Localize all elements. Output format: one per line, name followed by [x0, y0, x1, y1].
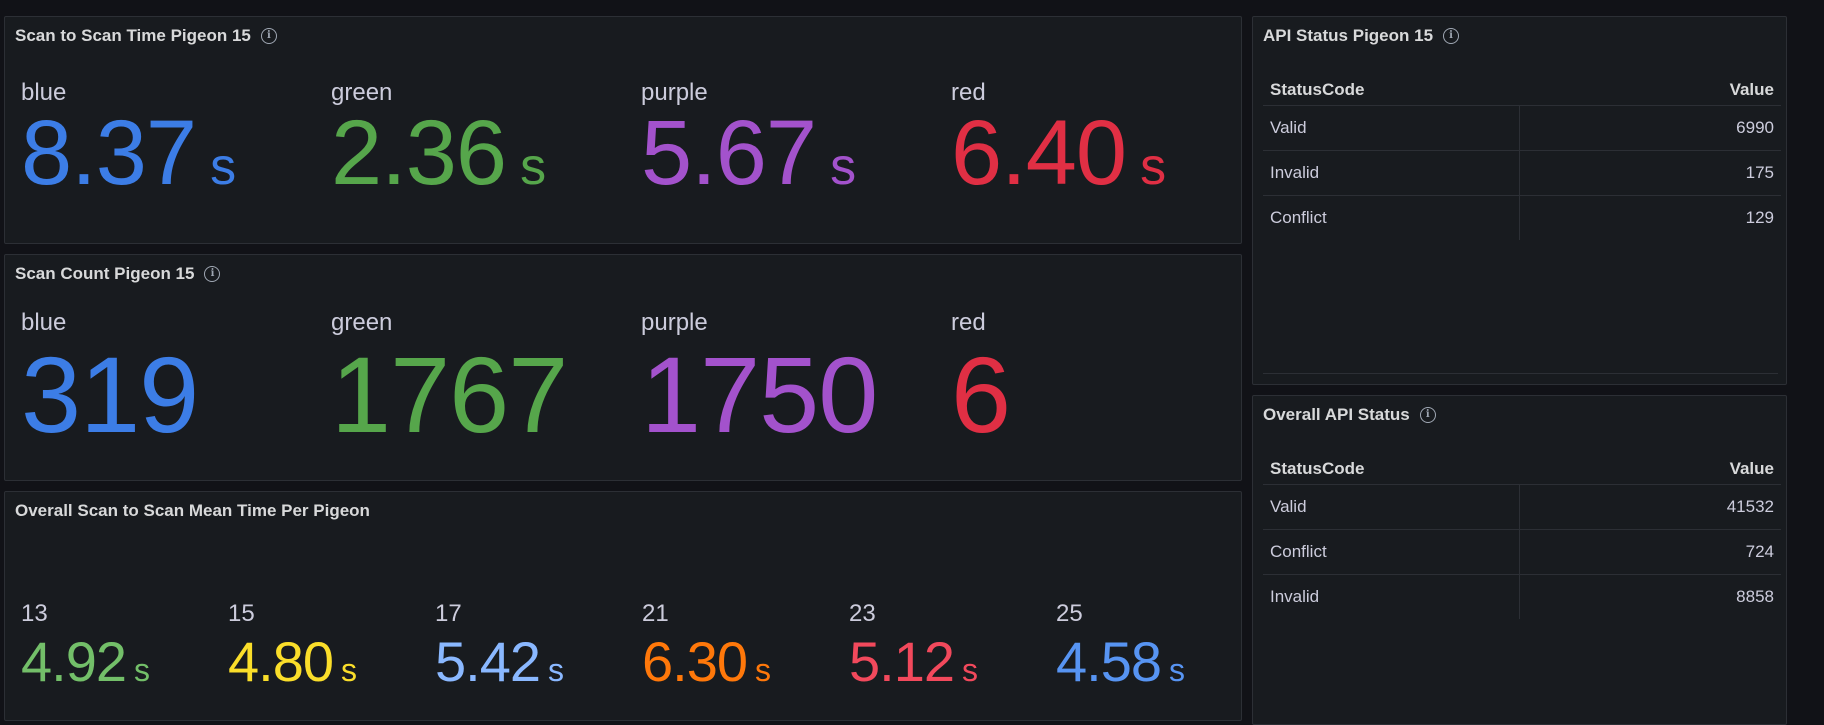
stat-pigeon-25[interactable]: 25 4.58 s: [1056, 600, 1185, 690]
stat-pigeon-13[interactable]: 13 4.92 s: [21, 600, 150, 690]
cell-statuscode: Invalid: [1263, 574, 1520, 619]
column-header-statuscode[interactable]: StatusCode: [1263, 75, 1519, 106]
stat-value: 1767: [331, 334, 568, 455]
stat-blue[interactable]: blue 8.37 s: [21, 79, 236, 199]
table-footer-divider: [1263, 373, 1778, 374]
table-row: Invalid 8858: [1263, 574, 1781, 619]
status-table: StatusCode Value Valid 6990 Invalid 175 …: [1263, 75, 1781, 240]
stat-unit: s: [548, 652, 564, 688]
stat-name: 25: [1056, 600, 1083, 627]
panel-scan-to-scan-time: Scan to Scan Time Pigeon 15 i blue 8.37 s…: [4, 16, 1242, 244]
stat-name: 17: [435, 600, 462, 627]
panel-overall-mean-time: Overall Scan to Scan Mean Time Per Pigeo…: [4, 491, 1242, 721]
stat-value: 5.67 s: [641, 102, 857, 204]
stat-value: 4.92 s: [21, 630, 150, 693]
stat-unit: s: [830, 138, 857, 196]
stat-name: green: [331, 309, 393, 336]
stat-unit: s: [134, 652, 150, 688]
stat-pigeon-17[interactable]: 17 5.42 s: [435, 600, 564, 690]
cell-value: 8858: [1736, 586, 1774, 606]
stat-unit: s: [1169, 652, 1185, 688]
stat-name: blue: [21, 309, 67, 336]
stat-value: 6: [951, 334, 1011, 455]
stat-name: purple: [641, 309, 708, 336]
stat-blue[interactable]: blue 319: [21, 309, 199, 455]
cell-statuscode: Valid: [1263, 105, 1520, 151]
stat-value: 4.80 s: [228, 630, 357, 693]
stat-pigeon-23[interactable]: 23 5.12 s: [849, 600, 978, 690]
stat-unit: s: [341, 652, 357, 688]
stat-red[interactable]: red 6.40 s: [951, 79, 1166, 199]
info-icon[interactable]: i: [1419, 407, 1436, 423]
table-header-row: StatusCode Value: [1263, 454, 1781, 485]
stat-name: 13: [21, 600, 48, 627]
table-row: Invalid 175: [1263, 150, 1781, 196]
cell-value: 6990: [1519, 105, 1781, 151]
column-header-value[interactable]: Value: [1519, 75, 1781, 106]
panel-title: Scan Count Pigeon 15: [15, 264, 195, 283]
panel-header[interactable]: Scan to Scan Time Pigeon 15 i: [15, 25, 277, 47]
table-row: Valid 6990: [1263, 105, 1781, 151]
stat-value: 5.42 s: [435, 630, 564, 693]
stat-name: 21: [642, 600, 669, 627]
panel-title: Overall Scan to Scan Mean Time Per Pigeo…: [15, 501, 370, 520]
cell-value: 175: [1519, 150, 1781, 196]
stat-red[interactable]: red 6: [951, 309, 1011, 455]
stat-unit: s: [755, 652, 771, 688]
table-row: Valid 41532: [1263, 484, 1781, 530]
column-header-value[interactable]: Value: [1519, 454, 1781, 485]
stat-green[interactable]: green 1767: [331, 309, 568, 455]
stat-unit: s: [962, 652, 978, 688]
info-icon[interactable]: i: [1443, 28, 1460, 44]
stat-value: 4.58 s: [1056, 630, 1185, 693]
panel-title: Overall API Status: [1263, 405, 1410, 424]
cell-value: 129: [1745, 207, 1774, 227]
stat-value: 8.37 s: [21, 102, 237, 204]
stat-value: 6.40 s: [951, 102, 1167, 204]
status-table: StatusCode Value Valid 41532 Conflict 72…: [1263, 454, 1781, 619]
stat-value: 1750: [641, 334, 878, 455]
panel-header[interactable]: Overall Scan to Scan Mean Time Per Pigeo…: [15, 500, 370, 522]
cell-statuscode: Conflict: [1263, 529, 1520, 575]
stat-value: 319: [21, 334, 199, 455]
stat-unit: s: [1140, 138, 1167, 196]
stat-pigeon-15[interactable]: 15 4.80 s: [228, 600, 357, 690]
cell-statuscode: Invalid: [1263, 150, 1520, 196]
panel-header[interactable]: Overall API Status i: [1263, 404, 1436, 426]
info-icon[interactable]: i: [260, 28, 277, 44]
panel-title: API Status Pigeon 15: [1263, 26, 1434, 45]
cell-value: 41532: [1519, 484, 1781, 530]
stat-name: 23: [849, 600, 876, 627]
table-row: Conflict 724: [1263, 529, 1781, 575]
stat-value: 6.30 s: [642, 630, 771, 693]
cell-statuscode: Valid: [1263, 484, 1520, 530]
panel-header[interactable]: API Status Pigeon 15 i: [1263, 25, 1460, 47]
stat-pigeon-21[interactable]: 21 6.30 s: [642, 600, 771, 690]
stat-unit: s: [210, 138, 237, 196]
stat-unit: s: [520, 138, 547, 196]
info-icon[interactable]: i: [204, 266, 221, 282]
cell-value: 724: [1519, 529, 1781, 575]
table-row: Conflict 129: [1263, 195, 1781, 240]
panel-scan-count: Scan Count Pigeon 15 i blue 319 green 17…: [4, 254, 1242, 481]
table-header-row: StatusCode Value: [1263, 75, 1781, 106]
panel-title: Scan to Scan Time Pigeon 15: [15, 26, 251, 45]
panel-overall-api-status: Overall API Status i StatusCode Value Va…: [1252, 395, 1787, 725]
cell-statuscode: Conflict: [1263, 195, 1520, 240]
stat-green[interactable]: green 2.36 s: [331, 79, 546, 199]
stat-purple[interactable]: purple 1750: [641, 309, 878, 455]
stat-value: 5.12 s: [849, 630, 978, 693]
stat-purple[interactable]: purple 5.67 s: [641, 79, 856, 199]
stat-value: 2.36 s: [331, 102, 547, 204]
stat-name: red: [951, 309, 986, 336]
panel-header[interactable]: Scan Count Pigeon 15 i: [15, 263, 221, 285]
column-header-statuscode[interactable]: StatusCode: [1263, 454, 1519, 485]
panel-api-status-pigeon: API Status Pigeon 15 i StatusCode Value …: [1252, 16, 1787, 385]
stat-name: 15: [228, 600, 255, 627]
